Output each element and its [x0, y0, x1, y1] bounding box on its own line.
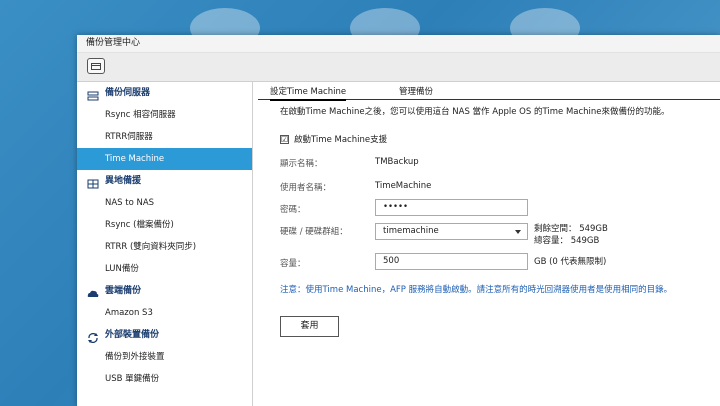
- sidebar-category-external-backup[interactable]: 外部裝置備份: [77, 324, 252, 346]
- capacity-unit-text: GB (0 代表無限制): [534, 257, 607, 267]
- toolbar: [77, 53, 720, 82]
- sidebar-item-nas-to-nas[interactable]: NAS to NAS: [77, 192, 252, 214]
- sidebar-item-external-device[interactable]: 備份到外接裝置: [77, 346, 252, 368]
- sidebar-category-remote-backup[interactable]: 異地備援: [77, 170, 252, 192]
- password-label: 密碼：: [280, 205, 306, 215]
- volume-select-value: timemachine: [383, 226, 439, 236]
- capacity-field[interactable]: 500: [375, 253, 528, 270]
- volume-label: 硬碟 / 硬碟群組：: [280, 227, 348, 237]
- capacity-label: 容量：: [280, 259, 306, 269]
- chevron-down-icon: [515, 230, 521, 234]
- apply-button[interactable]: 套用: [280, 316, 339, 337]
- tab-bar: 設定Time Machine 管理備份: [258, 82, 720, 101]
- free-space-text: 剩餘空間： 549GB: [534, 224, 608, 234]
- sidebar-category-label: 雲端備份: [105, 286, 142, 296]
- sidebar-item-rtrr-sync[interactable]: RTRR (雙向資料夾同步): [77, 236, 252, 258]
- sidebar-category-cloud-backup[interactable]: 雲端備份: [77, 280, 252, 302]
- sidebar-category-label: 外部裝置備份: [105, 330, 160, 340]
- panel-toggle-button[interactable]: [87, 58, 105, 74]
- sidebar-category-label: 異地備援: [105, 176, 142, 186]
- total-space-text: 總容量： 549GB: [534, 236, 600, 246]
- username-value: TimeMachine: [375, 181, 432, 191]
- sidebar-item-usb-one-touch[interactable]: USB 單鍵備份: [77, 368, 252, 390]
- desktop-background: [0, 0, 720, 40]
- sidebar-item-rsync-file[interactable]: Rsync (檔案備份): [77, 214, 252, 236]
- sidebar-item-time-machine[interactable]: Time Machine: [77, 148, 252, 170]
- backup-manager-window: 備份管理中心 備份伺服器 Rsync 相容伺服器 RTRR伺服器 Time Ma…: [77, 35, 720, 406]
- tab-time-machine-settings[interactable]: 設定Time Machine: [270, 86, 347, 101]
- sidebar-category-label: 備份伺服器: [105, 88, 151, 98]
- enable-label: 啟動Time Machine支援: [294, 135, 388, 145]
- cloud-icon: [87, 286, 99, 297]
- description-text: 在啟動Time Machine之後，您可以使用這台 NAS 當作 Apple O…: [280, 107, 670, 117]
- password-field[interactable]: •••••: [375, 199, 528, 216]
- volume-select[interactable]: timemachine: [375, 223, 528, 240]
- main-content: 設定Time Machine 管理備份 在啟動Time Machine之後，您可…: [253, 82, 720, 406]
- sidebar-item-amazon-s3[interactable]: Amazon S3: [77, 302, 252, 324]
- sidebar-item-rtrr-server[interactable]: RTRR伺服器: [77, 126, 252, 148]
- server-icon: [87, 88, 99, 101]
- sidebar-item-rsync-server[interactable]: Rsync 相容伺服器: [77, 104, 252, 126]
- notice-text: 注意：使用Time Machine，AFP 服務將自動啟動。請注意所有的時光回溯…: [280, 285, 673, 295]
- sidebar-item-lun-backup[interactable]: LUN備份: [77, 258, 252, 280]
- enable-checkbox[interactable]: ☑: [280, 134, 289, 144]
- username-label: 使用者名稱：: [280, 183, 332, 193]
- window-icon: [91, 63, 101, 70]
- display-name-label: 顯示名稱：: [280, 159, 323, 169]
- window-title: 備份管理中心: [77, 35, 720, 53]
- enable-row: ☑ 啟動Time Machine支援: [280, 133, 387, 145]
- sidebar: 備份伺服器 Rsync 相容伺服器 RTRR伺服器 Time Machine 異…: [77, 82, 253, 406]
- tab-manage-backup[interactable]: 管理備份: [399, 86, 433, 99]
- sidebar-category-backup-server[interactable]: 備份伺服器: [77, 82, 252, 104]
- grid-icon: [87, 176, 99, 189]
- sync-icon: [87, 330, 99, 343]
- display-name-value: TMBackup: [375, 157, 419, 167]
